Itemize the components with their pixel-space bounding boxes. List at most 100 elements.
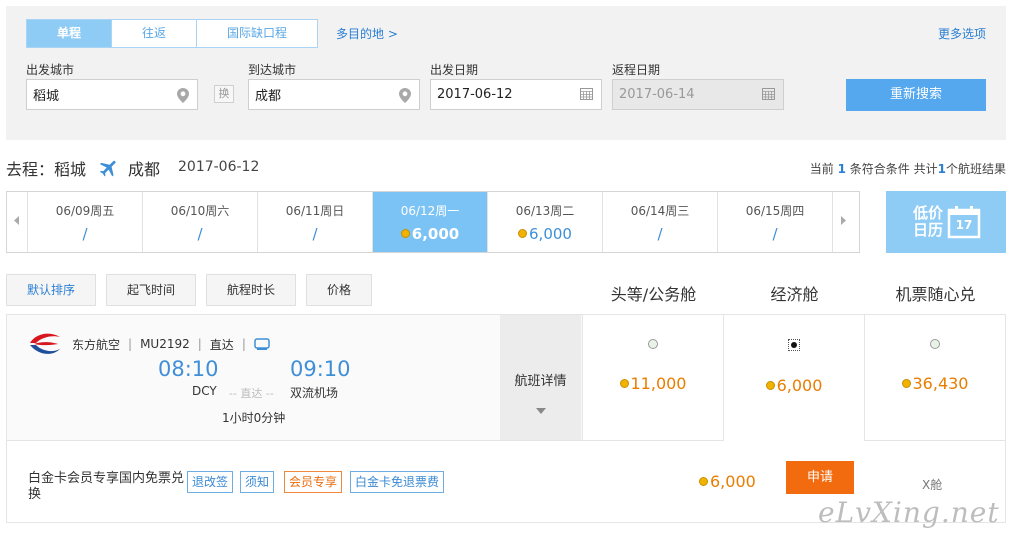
china-eastern-logo-icon <box>28 331 62 357</box>
result-count-text: 个航班结果 <box>945 162 1006 176</box>
to-city-value: 成都 <box>255 89 282 104</box>
sort-default-button[interactable]: 默认排序 <box>6 274 96 306</box>
cabin-radio[interactable] <box>930 339 940 349</box>
re-search-button[interactable]: 重新搜索 <box>846 79 986 111</box>
points-coin-icon <box>901 379 911 388</box>
tag-change-refund[interactable]: 退改签 <box>187 471 234 493</box>
result-count-text: 当前 <box>809 162 834 176</box>
next-dates-button[interactable] <box>832 192 852 252</box>
apply-button[interactable]: 申请 <box>786 461 854 494</box>
tab-round-trip[interactable]: 往返 <box>112 20 197 47</box>
date-cell-0611[interactable]: 06/11周日 / <box>257 192 372 252</box>
separator: | <box>128 337 133 351</box>
arrive-time: 09:10 <box>290 357 351 381</box>
meal-info-icon[interactable] <box>254 337 270 351</box>
tab-open-jaw[interactable]: 国际缺口程 <box>197 20 317 47</box>
multi-city-link[interactable]: 多目的地 > <box>336 25 398 42</box>
tag-member-exclusive[interactable]: 会员专享 <box>284 471 343 493</box>
member-offer-title: 白金卡会员专享国内免票兑换 <box>28 471 185 502</box>
from-city-label: 出发城市 <box>26 63 75 77</box>
more-options-link[interactable]: 更多选项 <box>938 25 986 42</box>
airline-name: 东方航空 <box>72 337 121 352</box>
date-label: 06/14周三 <box>630 204 690 218</box>
chevron-left-icon <box>14 216 20 228</box>
route-prefix: 去程： <box>6 160 55 179</box>
low-price-label: 低价 <box>912 204 943 222</box>
cabin-class-code: X舱 <box>922 478 943 492</box>
tab-one-way[interactable]: 单程 <box>27 20 112 47</box>
date-label: 06/15周四 <box>745 204 805 218</box>
flight-details-toggle[interactable]: 航班详情 <box>500 315 581 440</box>
route-from: 稻城 <box>54 160 87 179</box>
watermark-logo: eLvXing.net <box>818 496 1000 529</box>
result-current-count: 1 <box>837 162 846 176</box>
depart-date-value: 2017-06-12 <box>437 87 513 102</box>
date-price: / <box>657 225 663 243</box>
route-title: 去程： 稻城 成都 <box>6 156 160 180</box>
direct-indicator: -- 直达 -- <box>229 387 274 400</box>
member-offer-price: 6,000 <box>699 472 756 491</box>
date-price: 6,000 <box>411 225 460 243</box>
result-count-text: 条符合条件 共计 <box>849 162 938 176</box>
caret-down-icon <box>500 403 581 417</box>
date-price: / <box>82 225 88 243</box>
calendar-icon <box>580 88 593 104</box>
cabin-header-flex-redeem: 机票随心兑 <box>895 285 976 304</box>
cabin-option-first-business[interactable]: 11,000 <box>582 315 723 440</box>
date-cell-0613[interactable]: 06/13周二 6,000 <box>487 192 602 252</box>
sort-departure-time-button[interactable]: 起飞时间 <box>106 274 196 306</box>
points-coin-icon <box>699 477 708 486</box>
points-coin-icon <box>765 381 775 390</box>
flight-type: 直达 <box>209 337 234 352</box>
depart-date-input[interactable]: 2017-06-12 <box>430 79 602 110</box>
flight-details-label: 航班详情 <box>514 374 567 389</box>
cabin-header-first-business: 头等/公务舱 <box>610 285 697 304</box>
date-cell-0614[interactable]: 06/14周三 / <box>602 192 717 252</box>
to-city-input[interactable]: 成都 <box>248 79 420 110</box>
flight-duration: 1小时0分钟 <box>222 411 286 425</box>
date-cell-0609[interactable]: 06/09周五 / <box>27 192 142 252</box>
trip-type-tabs: 单程 往返 国际缺口程 <box>26 19 318 48</box>
sort-duration-button[interactable]: 航程时长 <box>206 274 296 306</box>
depart-airport: DCY <box>192 384 217 398</box>
result-count: 当前 1 条符合条件 共计1个航班结果 <box>810 160 1006 177</box>
separator: | <box>241 337 246 351</box>
date-cell-0612-selected[interactable]: 06/12周一 6,000 <box>372 192 487 252</box>
cabin-option-flex-redeem[interactable]: 36,430 <box>864 315 1005 440</box>
to-city-label: 到达城市 <box>248 63 297 77</box>
calendar-icon <box>762 88 775 104</box>
calendar-day: 17 <box>955 218 973 232</box>
tag-notice[interactable]: 须知 <box>240 471 275 493</box>
prev-dates-button[interactable] <box>7 192 27 252</box>
member-price-value: 6,000 <box>710 472 756 491</box>
cabin-header-economy: 经济舱 <box>770 285 819 304</box>
cabin-price: 11,000 <box>630 374 687 393</box>
swap-cities-button[interactable]: 换 <box>214 85 234 103</box>
flight-info: 东方航空 | MU2192 | 直达 | <box>28 331 270 357</box>
date-price: 6,000 <box>529 225 572 243</box>
cabin-radio-checked[interactable] <box>788 339 800 351</box>
points-coin-icon <box>619 379 629 388</box>
date-cell-0615[interactable]: 06/15周四 / <box>717 192 832 252</box>
from-city-input[interactable]: 稻城 <box>26 79 198 110</box>
location-pin-icon <box>399 88 411 107</box>
date-cell-0610[interactable]: 06/10周六 / <box>142 192 257 252</box>
from-city-value: 稻城 <box>33 89 60 104</box>
date-label: 06/10周六 <box>170 204 230 218</box>
flight-number: MU2192 <box>140 337 190 351</box>
airplane-icon <box>98 157 120 179</box>
low-price-calendar-button[interactable]: 低价 日历 17 <box>886 191 1006 253</box>
points-coin-icon <box>400 229 410 238</box>
return-date-input[interactable]: 2017-06-14 <box>612 79 784 110</box>
arrive-airport: 双流机场 <box>290 386 339 400</box>
date-label: 06/12周一 <box>400 204 460 218</box>
tag-platinum-free-refund[interactable]: 白金卡免退票费 <box>350 471 445 493</box>
date-label: 06/13周二 <box>515 204 575 218</box>
cabin-option-economy-selected[interactable]: 6,000 <box>723 315 864 443</box>
sort-price-button[interactable]: 价格 <box>306 274 372 306</box>
depart-time: 08:10 <box>158 357 219 381</box>
cabin-radio[interactable] <box>648 339 658 349</box>
cabin-price: 36,430 <box>912 374 969 393</box>
points-coin-icon <box>518 229 528 238</box>
date-price: / <box>197 225 203 243</box>
